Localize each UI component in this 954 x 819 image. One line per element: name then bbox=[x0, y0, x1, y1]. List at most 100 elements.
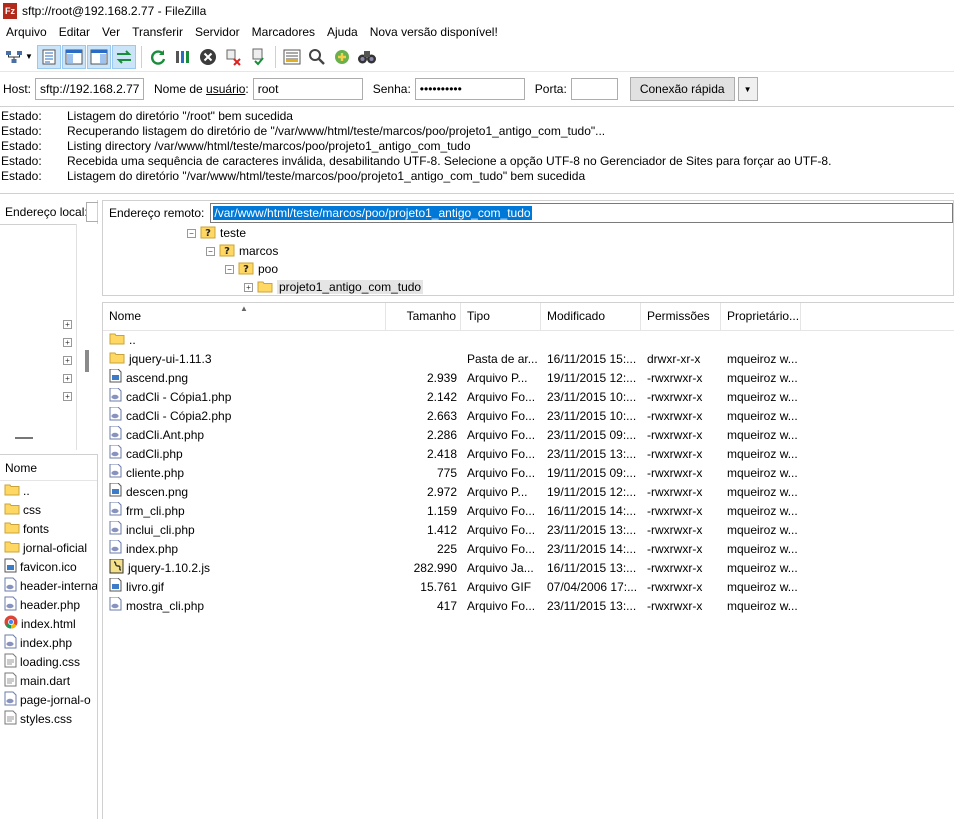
host-input[interactable] bbox=[35, 78, 145, 100]
tree-node-projeto1[interactable]: + projeto1_antigo_com_tudo bbox=[244, 278, 424, 296]
tree-expand-icon[interactable]: + bbox=[63, 356, 72, 365]
site-manager-button[interactable] bbox=[2, 45, 26, 69]
folder-icon bbox=[109, 331, 125, 350]
image-file-icon bbox=[4, 558, 17, 576]
column-permissions[interactable]: Permissões bbox=[641, 303, 721, 330]
local-file-row[interactable]: header-interna bbox=[0, 576, 97, 595]
quickconnect-button[interactable]: Conexão rápida bbox=[629, 77, 735, 101]
toggle-remote-tree-button[interactable] bbox=[86, 44, 111, 69]
file-owner: mqueiroz w... bbox=[727, 371, 798, 385]
remote-file-row[interactable]: descen.png 2.972 Arquivo P... 19/11/2015 12… bbox=[103, 483, 954, 502]
username-input[interactable] bbox=[252, 78, 363, 100]
port-input[interactable] bbox=[570, 78, 618, 100]
local-file-row[interactable]: .. bbox=[0, 481, 97, 500]
menu-ver[interactable]: Ver bbox=[96, 25, 126, 39]
message-log[interactable]: Estado: Listagem do diretório "/root" bem… bbox=[0, 106, 954, 194]
remote-file-row[interactable]: mostra_cli.php 417 Arquivo Fo... 23/11/2015… bbox=[103, 597, 954, 616]
column-modified[interactable]: Modificado bbox=[541, 303, 641, 330]
remote-file-row[interactable]: jquery-1.10.2.js 282.990 Arquivo Ja... 16/1… bbox=[103, 559, 954, 578]
column-size[interactable]: Tamanho bbox=[386, 303, 461, 330]
menu-transferir[interactable]: Transferir bbox=[126, 25, 189, 39]
tree-collapse-icon[interactable]: − bbox=[187, 228, 196, 238]
remote-file-row[interactable]: .. bbox=[103, 331, 954, 350]
remote-file-row[interactable]: inclui_cli.php 1.412 Arquivo Fo... 23/11/20… bbox=[103, 521, 954, 540]
toggle-local-tree-button[interactable] bbox=[61, 44, 86, 69]
tree-collapse-icon[interactable]: − bbox=[225, 264, 234, 274]
tree-node-marcos[interactable]: − ? marcos bbox=[206, 242, 278, 260]
menu-editar[interactable]: Editar bbox=[53, 25, 96, 39]
local-directory-tree[interactable]: + + + + + bbox=[0, 224, 76, 450]
scrollbar-thumb[interactable] bbox=[85, 350, 89, 372]
local-file-row[interactable]: css bbox=[0, 500, 97, 519]
column-owner[interactable]: Proprietário... bbox=[721, 303, 801, 330]
process-queue-button[interactable] bbox=[171, 45, 195, 69]
file-permissions: drwxr-xr-x bbox=[647, 352, 701, 366]
filter-button[interactable] bbox=[280, 45, 304, 69]
menu-servidor[interactable]: Servidor bbox=[189, 25, 246, 39]
cancel-button[interactable] bbox=[196, 45, 220, 69]
menu-nova-versao[interactable]: Nova versão disponível! bbox=[364, 25, 504, 39]
tree-node-poo[interactable]: − ? poo bbox=[225, 260, 278, 278]
toggle-queue-button[interactable] bbox=[111, 44, 136, 69]
remote-file-row[interactable]: cliente.php 775 Arquivo Fo... 19/11/2015 09… bbox=[103, 464, 954, 483]
remote-directory-tree[interactable]: − ? teste − ? marcos − ? poo + projeto1_… bbox=[102, 224, 954, 296]
remote-file-list[interactable]: ▲ Nome Tamanho Tipo Modificado Permissõe… bbox=[102, 302, 954, 819]
local-address-input[interactable] bbox=[86, 202, 98, 222]
image-file-icon bbox=[109, 369, 122, 388]
local-file-row[interactable]: favicon.ico bbox=[0, 557, 97, 576]
local-file-row[interactable]: styles.css bbox=[0, 709, 97, 728]
local-file-row[interactable]: page-jornal-o bbox=[0, 690, 97, 709]
local-file-row[interactable]: index.php bbox=[0, 633, 97, 652]
quickconnect-dropdown-button[interactable]: ▼ bbox=[737, 77, 758, 101]
remote-file-row[interactable]: cadCli.Ant.php 2.286 Arquivo Fo... 23/11/20… bbox=[103, 426, 954, 445]
tree-expand-icon[interactable]: + bbox=[63, 320, 72, 329]
reconnect-button[interactable] bbox=[246, 45, 270, 69]
file-name: jquery-1.10.2.js bbox=[128, 561, 211, 575]
file-type: Arquivo Fo... bbox=[467, 504, 536, 518]
tree-node-teste[interactable]: − ? teste bbox=[187, 224, 246, 242]
refresh-button[interactable] bbox=[146, 45, 170, 69]
file-modified: 16/11/2015 15:... bbox=[547, 352, 637, 366]
local-file-row[interactable]: header.php bbox=[0, 595, 97, 614]
local-column-name[interactable]: Nome bbox=[0, 455, 97, 481]
file-name: cadCli.php bbox=[126, 447, 183, 461]
sync-browse-button[interactable] bbox=[330, 45, 354, 69]
local-file-row[interactable]: loading.css bbox=[0, 652, 97, 671]
disconnect-button[interactable] bbox=[221, 45, 245, 69]
menu-marcadores[interactable]: Marcadores bbox=[246, 25, 321, 39]
php-file-icon bbox=[4, 577, 17, 595]
remote-file-row[interactable]: livro.gif 15.761 Arquivo GIF 07/04/2006 17:… bbox=[103, 578, 954, 597]
menu-arquivo[interactable]: Arquivo bbox=[0, 25, 53, 39]
tree-collapse-icon[interactable]: − bbox=[206, 246, 215, 256]
remote-address-input[interactable]: /var/www/html/teste/marcos/poo/projeto1_… bbox=[210, 202, 953, 223]
tree-expand-icon[interactable]: + bbox=[63, 338, 72, 347]
local-file-row[interactable]: main.dart bbox=[0, 671, 97, 690]
password-input[interactable] bbox=[414, 78, 525, 100]
local-tree-scrollbar[interactable] bbox=[76, 224, 98, 450]
file-permissions: -rwxrwxr-x bbox=[647, 504, 703, 518]
search-button[interactable] bbox=[355, 45, 379, 69]
local-file-row[interactable]: fonts bbox=[0, 519, 97, 538]
local-file-row[interactable]: jornal-oficial bbox=[0, 538, 97, 557]
local-file-list[interactable]: Nome .. css fonts jornal-oficial favicon.ico… bbox=[0, 454, 98, 819]
file-size: 1.412 bbox=[426, 523, 457, 537]
remote-file-row[interactable]: frm_cli.php 1.159 Arquivo Fo... 16/11/2015 … bbox=[103, 502, 954, 521]
dropdown-caret-icon[interactable]: ▼ bbox=[25, 52, 33, 61]
pane-splitter[interactable] bbox=[15, 437, 33, 439]
remote-file-row[interactable]: cadCli - Cópia2.php 2.663 Arquivo Fo... 23/… bbox=[103, 407, 954, 426]
tree-expand-icon[interactable]: + bbox=[244, 282, 253, 292]
column-type[interactable]: Tipo bbox=[461, 303, 541, 330]
local-file-row[interactable]: index.html bbox=[0, 614, 97, 633]
remote-file-row[interactable]: ascend.png 2.939 Arquivo P... 19/11/2015 12… bbox=[103, 369, 954, 388]
file-permissions: -rwxrwxr-x bbox=[647, 485, 703, 499]
toggle-compare-button[interactable] bbox=[305, 45, 329, 69]
remote-file-row[interactable]: cadCli.php 2.418 Arquivo Fo... 23/11/2015 1… bbox=[103, 445, 954, 464]
toggle-log-button[interactable] bbox=[36, 44, 61, 69]
menu-ajuda[interactable]: Ajuda bbox=[321, 25, 364, 39]
tree-expand-icon[interactable]: + bbox=[63, 392, 72, 401]
remote-file-row[interactable]: index.php 225 Arquivo Fo... 23/11/2015 14:.… bbox=[103, 540, 954, 559]
remote-file-row[interactable]: jquery-ui-1.11.3 Pasta de ar... 16/11/2015… bbox=[103, 350, 954, 369]
remote-file-row[interactable]: cadCli - Cópia1.php 2.142 Arquivo Fo... 23/… bbox=[103, 388, 954, 407]
image-file-icon bbox=[109, 578, 122, 597]
tree-expand-icon[interactable]: + bbox=[63, 374, 72, 383]
